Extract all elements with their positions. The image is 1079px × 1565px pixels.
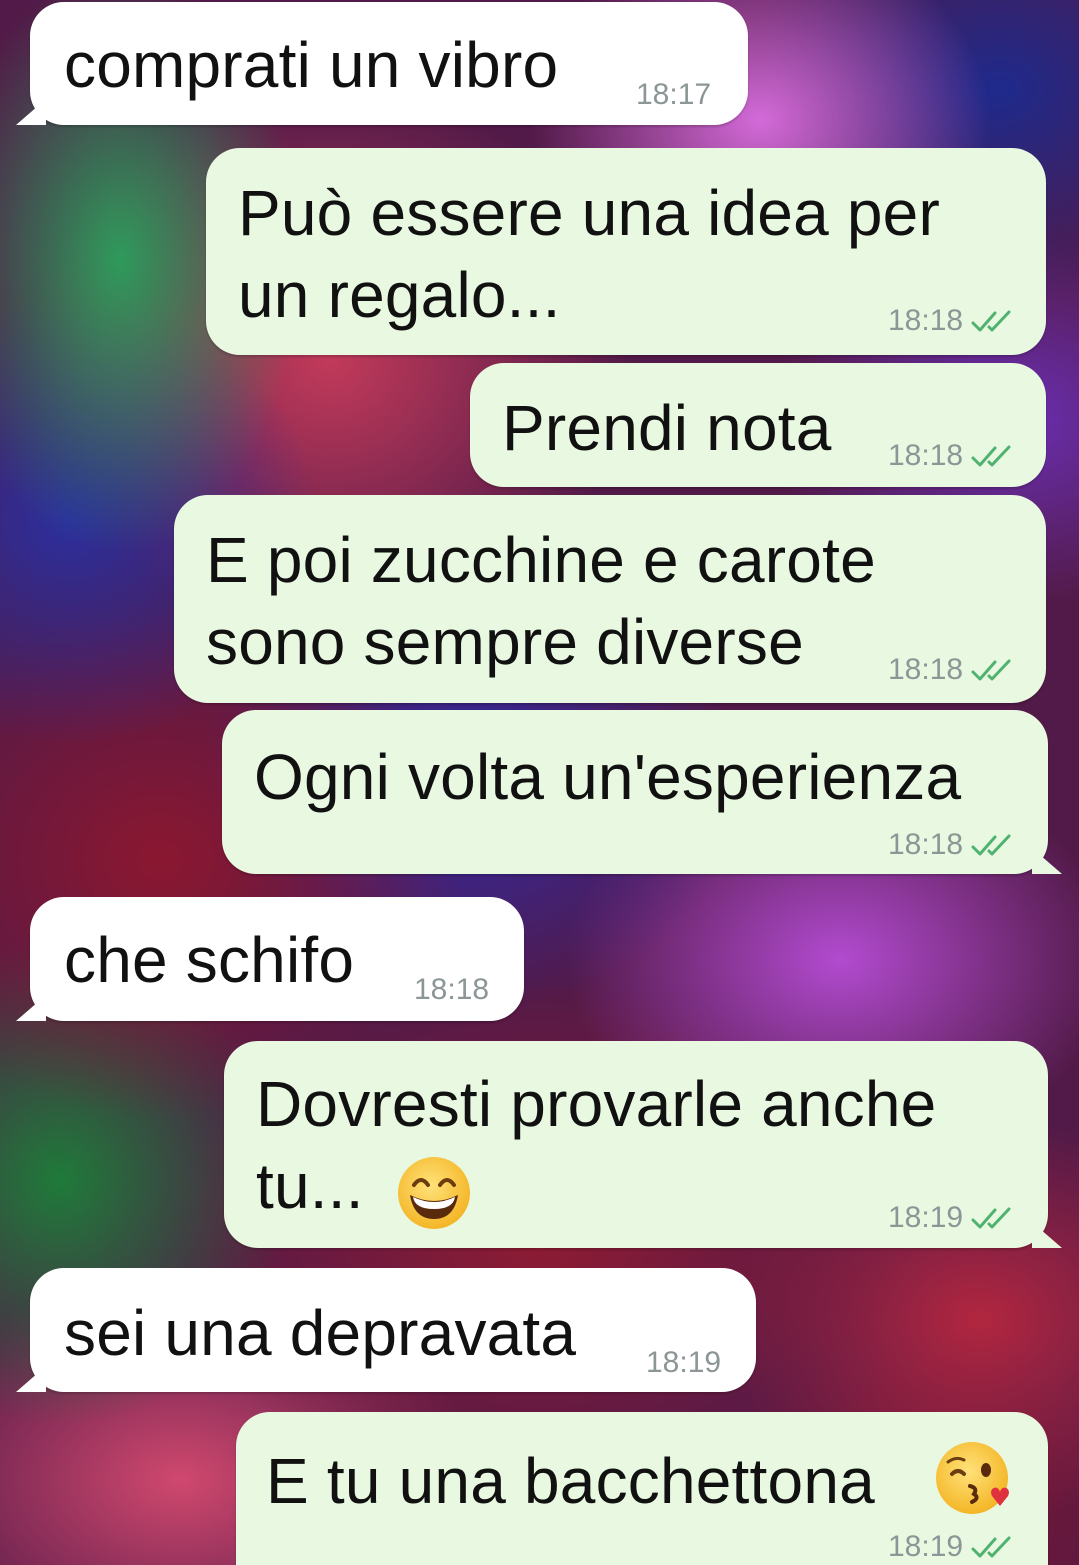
message-bubble-outgoing[interactable]: E poi zucchine e carote sono sempre dive… bbox=[174, 495, 1046, 703]
read-ticks-icon bbox=[971, 445, 1011, 467]
message-bubble-incoming[interactable]: sei una depravata 18:19 bbox=[30, 1268, 756, 1392]
message-bubble-outgoing[interactable]: Può essere una idea per un regalo... 18:… bbox=[206, 148, 1046, 355]
read-ticks-icon bbox=[971, 1536, 1011, 1558]
message-text-line: E poi zucchine e carote bbox=[206, 524, 876, 596]
message-time: 18:19 bbox=[888, 1201, 964, 1234]
message-text: sei una depravata bbox=[64, 1297, 577, 1369]
read-ticks-icon bbox=[971, 1207, 1011, 1229]
message-bubble-outgoing[interactable]: Dovresti provarle anche tu... 18:19 bbox=[224, 1041, 1048, 1248]
message-text: E tu una bacchettona bbox=[266, 1445, 875, 1517]
message-time: 18:18 bbox=[414, 973, 490, 1006]
message-time: 18:18 bbox=[888, 653, 964, 686]
message-text: Ogni volta un'esperienza bbox=[254, 741, 962, 813]
message-text-line: Dovresti provarle anche bbox=[256, 1068, 937, 1140]
message-meta: 18:18 bbox=[888, 304, 1017, 338]
message-meta: 18:17 bbox=[636, 78, 711, 112]
message-meta: 18:19 bbox=[888, 1201, 1017, 1235]
message-text-line: un regalo... bbox=[238, 259, 561, 331]
message-meta: 18:19 bbox=[888, 1530, 1017, 1564]
chat-message-list[interactable]: comprati un vibro 18:17 Può essere una i… bbox=[0, 0, 1079, 1565]
face-blowing-kiss-emoji bbox=[936, 1442, 1009, 1514]
message-text-line: sono sempre diverse bbox=[206, 606, 804, 678]
message-time: 18:19 bbox=[646, 1346, 722, 1379]
message-time: 18:18 bbox=[888, 439, 964, 472]
message-text: Prendi nota bbox=[502, 392, 832, 464]
message-meta: 18:19 bbox=[646, 1346, 721, 1380]
message-time: 18:18 bbox=[888, 828, 964, 861]
message-time: 18:17 bbox=[636, 78, 712, 111]
read-ticks-icon bbox=[971, 659, 1011, 681]
message-bubble-incoming[interactable]: comprati un vibro 18:17 bbox=[30, 2, 748, 125]
message-bubble-outgoing[interactable]: Prendi nota 18:18 bbox=[470, 363, 1046, 487]
read-ticks-icon bbox=[971, 310, 1011, 332]
read-ticks-icon bbox=[971, 834, 1011, 856]
message-time: 18:18 bbox=[888, 304, 964, 337]
message-time: 18:19 bbox=[888, 1530, 964, 1563]
message-text: comprati un vibro bbox=[64, 29, 559, 101]
grinning-face-emoji bbox=[398, 1157, 470, 1229]
message-bubble-incoming[interactable]: che schifo 18:18 bbox=[30, 897, 524, 1021]
message-bubble-outgoing[interactable]: Ogni volta un'esperienza 18:18 bbox=[222, 710, 1048, 874]
message-meta: 18:18 bbox=[888, 828, 1017, 862]
message-meta: 18:18 bbox=[888, 653, 1017, 687]
message-meta: 18:18 bbox=[888, 439, 1017, 473]
message-text: che schifo bbox=[64, 924, 355, 996]
message-meta: 18:18 bbox=[414, 973, 489, 1007]
message-text-line: Può essere una idea per bbox=[238, 177, 940, 249]
message-bubble-outgoing[interactable]: E tu una bacchettona 18:19 bbox=[236, 1412, 1048, 1565]
message-text-line: tu... bbox=[256, 1150, 382, 1222]
